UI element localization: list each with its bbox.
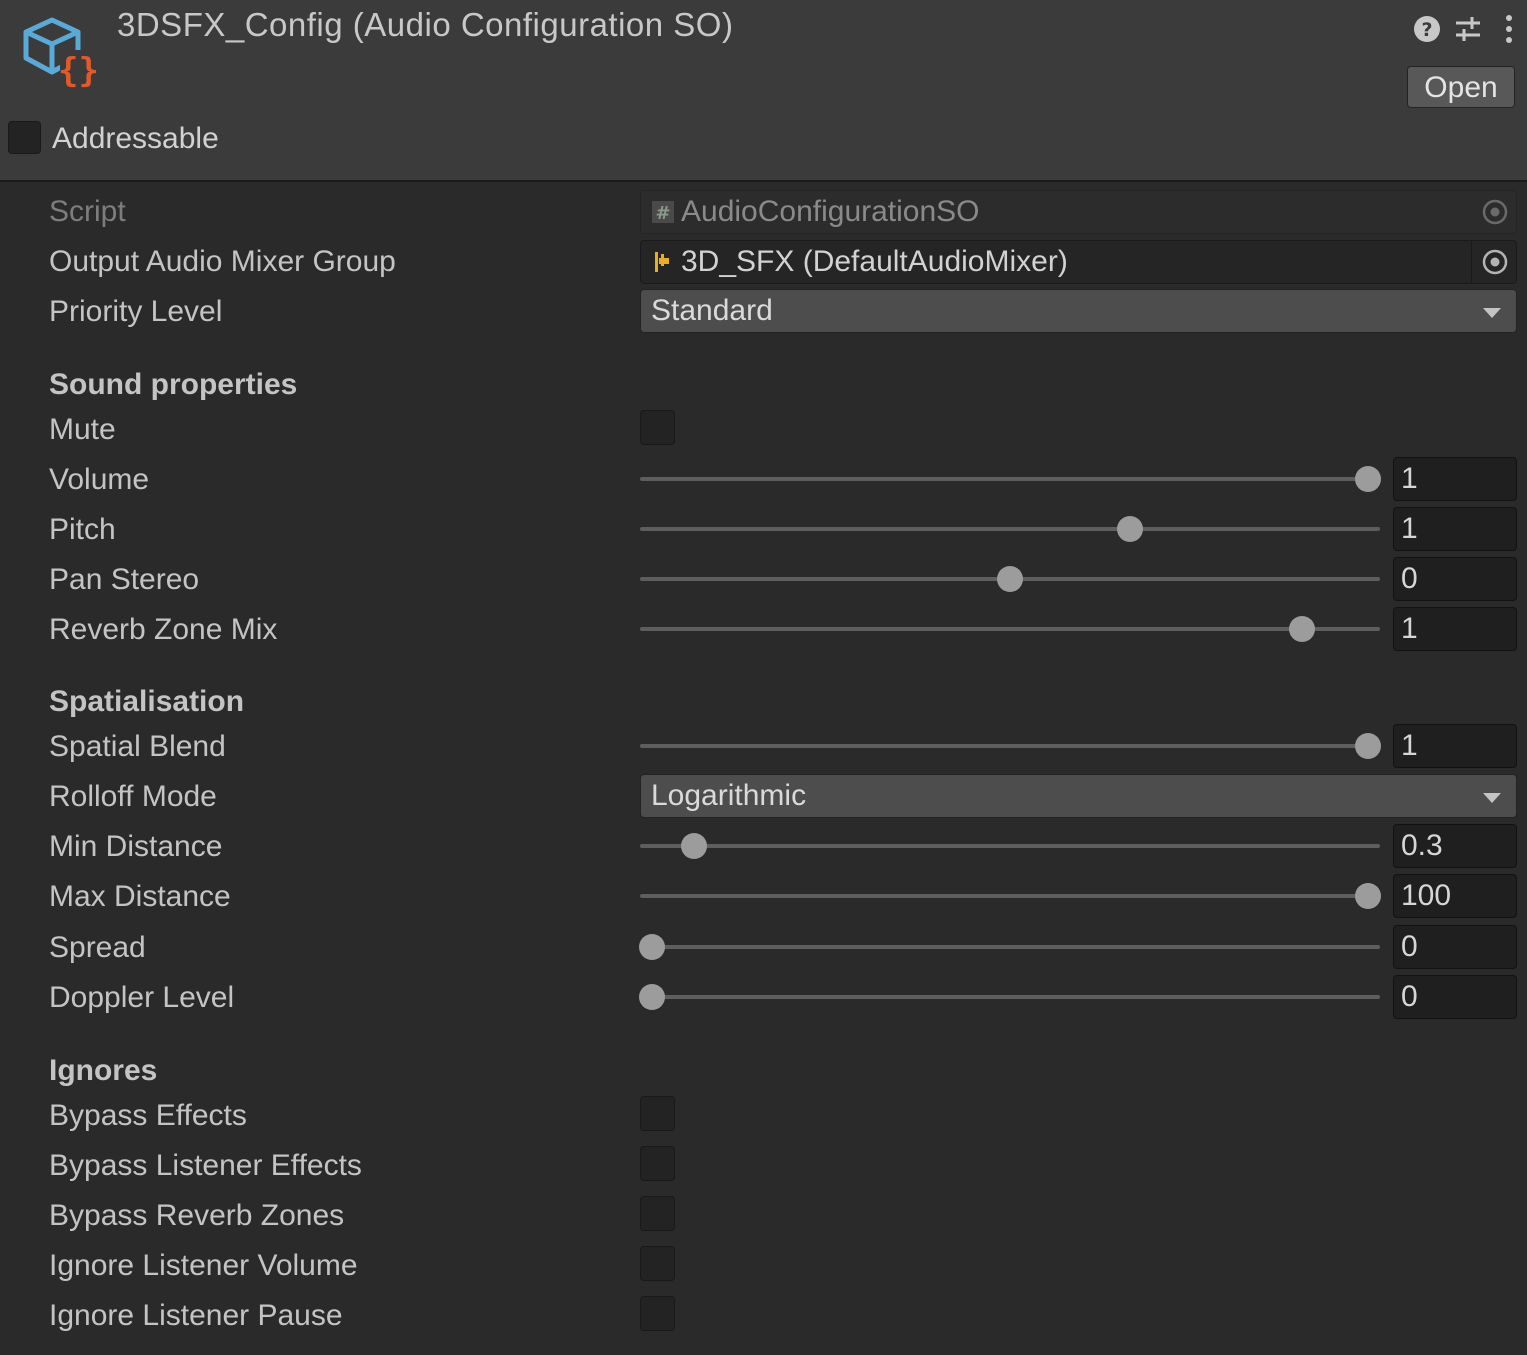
sound-properties-header: Sound properties	[49, 368, 298, 401]
cs-script-icon: #	[652, 201, 674, 224]
bypass-reverb-zones-checkbox[interactable]	[640, 1196, 675, 1231]
spatial-blend-label: Spatial Blend	[49, 730, 226, 763]
max-distance-input[interactable]: 100	[1393, 874, 1517, 918]
spatial-blend-input[interactable]: 1	[1393, 724, 1517, 768]
script-value: AudioConfigurationSO	[681, 195, 980, 228]
reverb-zone-mix-slider[interactable]	[640, 616, 1380, 642]
more-options-icon[interactable]	[1494, 14, 1524, 44]
mixer-group-label: Output Audio Mixer Group	[49, 245, 396, 278]
svg-text:?: ?	[1421, 19, 1432, 41]
bypass-reverb-zones-label: Bypass Reverb Zones	[49, 1199, 345, 1232]
spread-slider[interactable]	[638, 934, 1380, 960]
bypass-effects-label: Bypass Effects	[49, 1099, 247, 1132]
doppler-level-slider[interactable]	[638, 984, 1380, 1010]
ignore-listener-pause-checkbox[interactable]	[640, 1296, 675, 1331]
spread-input[interactable]: 0	[1393, 925, 1517, 969]
mixer-group-value: 3D_SFX (DefaultAudioMixer)	[681, 245, 1068, 278]
pan-stereo-slider-thumb[interactable]	[997, 566, 1023, 592]
script-field: # AudioConfigurationSO	[640, 190, 1517, 234]
target-icon	[1482, 199, 1508, 225]
doppler-level-label: Doppler Level	[49, 981, 235, 1014]
spread-slider-thumb[interactable]	[638, 934, 665, 960]
volume-label: Volume	[49, 463, 150, 496]
chevron-down-icon	[1483, 793, 1501, 803]
bypass-listener-effects-label: Bypass Listener Effects	[49, 1149, 362, 1182]
pitch-input[interactable]: 1	[1393, 507, 1517, 551]
mute-checkbox[interactable]	[640, 410, 675, 445]
help-icon[interactable]: ?	[1412, 14, 1442, 44]
priority-value: Standard	[651, 294, 773, 327]
spread-label: Spread	[49, 931, 146, 964]
min-distance-input[interactable]: 0.3	[1393, 824, 1517, 868]
priority-label: Priority Level	[49, 295, 223, 328]
pitch-slider-thumb[interactable]	[1116, 516, 1143, 542]
target-icon	[1482, 249, 1508, 275]
scriptable-object-icon: {}	[23, 17, 100, 90]
addressable-label: Addressable	[52, 122, 219, 155]
reverb-zone-mix-label: Reverb Zone Mix	[49, 613, 278, 646]
mute-label: Mute	[49, 413, 116, 446]
asset-title: 3DSFX_Config (Audio Configuration SO)	[117, 6, 734, 43]
ignore-listener-pause-label: Ignore Listener Pause	[49, 1299, 343, 1332]
spatialisation-header: Spatialisation	[49, 685, 245, 718]
inspector-header: {} 3DSFX_Config (Audio Configuration SO)…	[0, 0, 1527, 182]
spatial-blend-slider-thumb[interactable]	[1355, 733, 1382, 759]
pan-stereo-slider[interactable]	[640, 566, 1380, 592]
max-distance-slider[interactable]	[640, 883, 1382, 909]
min-distance-slider[interactable]	[640, 833, 1380, 859]
pan-stereo-input[interactable]: 0	[1393, 557, 1517, 601]
reverb-zone-mix-slider-thumb[interactable]	[1288, 616, 1315, 642]
rolloff-mode-value: Logarithmic	[651, 779, 807, 812]
volume-input[interactable]: 1	[1393, 457, 1517, 501]
pitch-slider[interactable]	[640, 516, 1380, 542]
bypass-listener-effects-checkbox[interactable]	[640, 1146, 675, 1181]
volume-slider[interactable]	[640, 466, 1382, 492]
max-distance-label: Max Distance	[49, 880, 231, 913]
script-label: Script	[49, 195, 126, 228]
pitch-label: Pitch	[49, 513, 116, 546]
spatial-blend-slider[interactable]	[640, 733, 1382, 759]
rolloff-mode-dropdown[interactable]: Logarithmic	[640, 774, 1517, 818]
rolloff-mode-label: Rolloff Mode	[49, 780, 217, 813]
min-distance-slider-thumb[interactable]	[681, 833, 708, 859]
ignore-listener-volume-checkbox[interactable]	[640, 1246, 675, 1281]
mixer-group-field[interactable]: 3D_SFX (DefaultAudioMixer)	[640, 240, 1517, 284]
bypass-effects-checkbox[interactable]	[640, 1096, 675, 1131]
chevron-down-icon	[1483, 308, 1501, 318]
audio-mixer-icon	[655, 252, 669, 272]
doppler-level-input[interactable]: 0	[1393, 975, 1517, 1019]
svg-text:{}: {}	[58, 51, 99, 90]
preset-sliders-icon[interactable]	[1453, 14, 1483, 44]
max-distance-slider-thumb[interactable]	[1355, 883, 1382, 909]
reverb-zone-mix-input[interactable]: 1	[1393, 607, 1517, 651]
min-distance-label: Min Distance	[49, 830, 223, 863]
object-picker	[1472, 191, 1516, 233]
ignores-header: Ignores	[49, 1054, 158, 1087]
volume-slider-thumb[interactable]	[1355, 466, 1382, 492]
doppler-level-slider-thumb[interactable]	[638, 984, 665, 1010]
ignore-listener-volume-label: Ignore Listener Volume	[49, 1249, 358, 1282]
svg-text:#: #	[655, 203, 670, 224]
open-button[interactable]: Open	[1407, 66, 1515, 108]
mixer-group-picker-button[interactable]	[1471, 241, 1516, 283]
priority-dropdown[interactable]: Standard	[640, 289, 1517, 333]
pan-stereo-label: Pan Stereo	[49, 563, 200, 596]
addressable-checkbox[interactable]	[8, 121, 41, 154]
